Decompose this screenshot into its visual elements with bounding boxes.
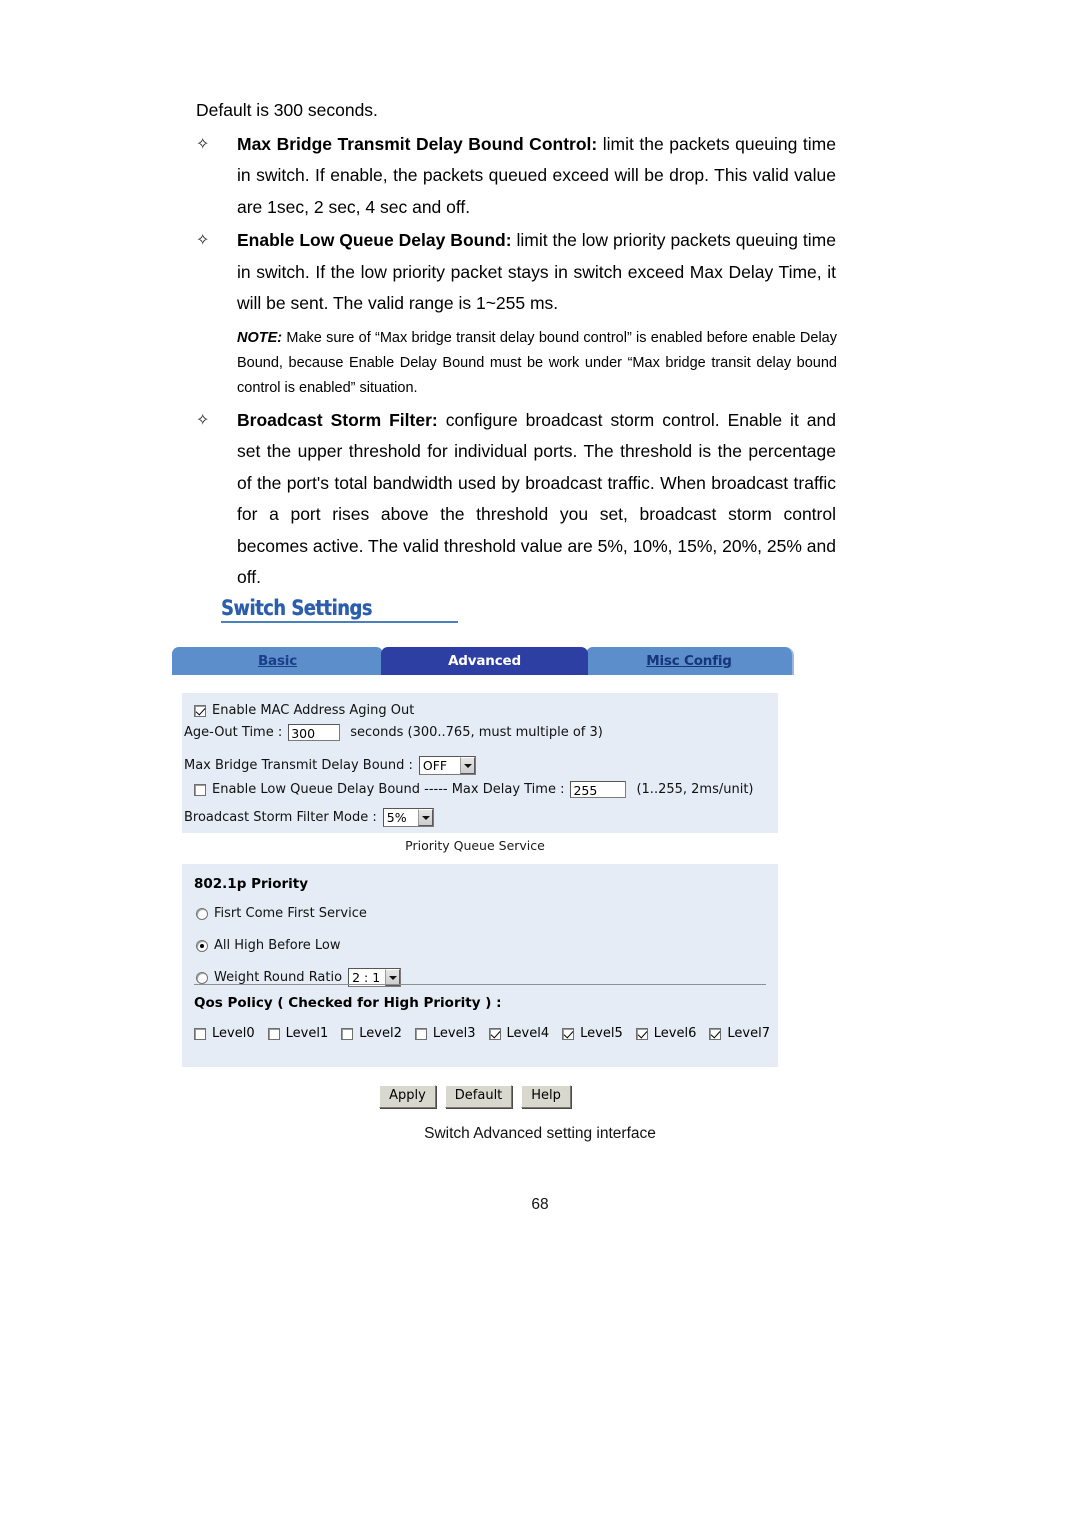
diamond-bullet-icon: ✧ (196, 232, 210, 249)
figure-caption: Switch Advanced setting interface (424, 1125, 656, 1142)
storm-filter-label: Broadcast Storm Filter Mode : (184, 810, 377, 825)
level-item: Level6 (635, 1026, 697, 1041)
broadcast-storm-filter-value: 5% (386, 810, 407, 825)
age-out-label: Age-Out Time : (184, 725, 283, 740)
bullet-max-bridge: ✧ Max Bridge Transmit Delay Bound Contro… (196, 129, 836, 224)
radio-row-all-high: All High Before Low (196, 938, 341, 953)
button-row: Apply Default Help (162, 1085, 788, 1108)
settings-panel: Enable MAC Address Aging Out Age-Out Tim… (182, 693, 778, 833)
bullet-text: Broadcast Storm Filter: configure broadc… (237, 405, 836, 594)
note-label: NOTE: (237, 329, 283, 346)
radio-weight-round-ratio[interactable] (196, 971, 208, 984)
level-label: Level0 (212, 1026, 255, 1041)
note-block: NOTE: Make sure of “Max bridge transit d… (237, 326, 837, 401)
mac-aging-row: Enable MAC Address Aging Out (194, 703, 414, 718)
level-label: Level6 (653, 1026, 697, 1041)
bullet-text: Max Bridge Transmit Delay Bound Control:… (237, 129, 836, 224)
max-bridge-delay-value: OFF (422, 758, 448, 773)
max-delay-hint: (1..255, 2ms/unit) (636, 782, 754, 797)
level-item: Level4 (488, 1026, 550, 1041)
radio-label: Weight Round Ratio (214, 970, 343, 985)
bullet-body: configure broadcast storm control. Enabl… (237, 409, 836, 588)
level-item: Level2 (341, 1026, 402, 1041)
checkbox-level4[interactable] (488, 1027, 501, 1040)
radio-all-high-before-low[interactable] (196, 939, 208, 952)
help-button[interactable]: Help (521, 1085, 571, 1108)
checkbox-level3[interactable] (414, 1027, 427, 1040)
note-body: Make sure of “Max bridge transit delay b… (237, 329, 837, 396)
low-queue-label: Enable Low Queue Delay Bound ----- Max D… (212, 782, 565, 797)
checkbox-level5[interactable] (562, 1027, 575, 1040)
divider (194, 984, 766, 985)
max-bridge-delay-select[interactable]: OFF (418, 756, 476, 775)
page-title: Switch Settings (221, 596, 372, 620)
checkbox-level0[interactable] (194, 1027, 206, 1040)
level-label: Level4 (506, 1026, 550, 1041)
level-label: Level2 (359, 1026, 402, 1041)
max-delay-time-input[interactable]: 255 (570, 781, 627, 798)
level-label: Level3 (432, 1026, 476, 1041)
bullet-low-queue: ✧ Enable Low Queue Delay Bound: limit th… (196, 225, 836, 320)
level-item: Level1 (267, 1026, 329, 1041)
document-body: Default is 300 seconds. ✧ Max Bridge Tra… (196, 95, 837, 594)
priority-queue-panel: 802.1p Priority Fisrt Come First Service… (182, 864, 778, 1067)
level-label: Level7 (727, 1026, 770, 1041)
bullet-broadcast-storm: ✧ Broadcast Storm Filter: configure broa… (196, 405, 836, 594)
max-bridge-label: Max Bridge Transmit Delay Bound : (184, 758, 413, 773)
tab-basic[interactable]: Basic (172, 647, 383, 675)
note-text: NOTE: Make sure of “Max bridge transit d… (237, 326, 837, 401)
level-item: Level7 (709, 1026, 770, 1041)
tab-misc-config[interactable]: Misc Config (586, 647, 794, 675)
checkbox-enable-mac-aging[interactable] (194, 704, 206, 717)
qos-policy-heading: Qos Policy ( Checked for High Priority )… (194, 995, 502, 1011)
802-1p-priority-heading: 802.1p Priority (194, 876, 309, 892)
diamond-bullet-icon: ✧ (196, 135, 210, 153)
chevron-down-icon[interactable] (417, 809, 433, 826)
qos-level-list: Level0 Level1 Level2 Level3 Level4 Level… (194, 1026, 770, 1041)
level-label: Level5 (580, 1026, 623, 1041)
age-out-hint: seconds (300..765, must multiple of 3) (350, 725, 603, 740)
page-number: 68 (531, 1196, 549, 1213)
bullet-title: Broadcast Storm Filter: (237, 409, 438, 430)
radio-label: Fisrt Come First Service (214, 906, 367, 921)
level-label: Level1 (285, 1026, 329, 1041)
checkbox-level1[interactable] (267, 1027, 280, 1040)
radio-row-first-come: Fisrt Come First Service (196, 906, 367, 921)
chevron-down-icon[interactable] (459, 757, 475, 774)
level-item: Level0 (194, 1026, 255, 1041)
diamond-bullet-icon: ✧ (196, 411, 210, 429)
radio-label: All High Before Low (214, 938, 341, 953)
tab-advanced[interactable]: Advanced (381, 647, 588, 675)
checkbox-level2[interactable] (341, 1027, 354, 1040)
age-out-time-input[interactable]: 300 (288, 724, 341, 741)
apply-button[interactable]: Apply (379, 1085, 436, 1108)
checkbox-level6[interactable] (635, 1027, 648, 1040)
low-queue-row: Enable Low Queue Delay Bound ----- Max D… (194, 781, 754, 798)
priority-queue-service-label: Priority Queue Service (405, 838, 545, 853)
age-out-row: Age-Out Time : 300 seconds (300..765, mu… (184, 724, 603, 741)
default-button[interactable]: Default (444, 1085, 513, 1108)
checkbox-enable-low-queue-delay-bound[interactable] (194, 783, 206, 796)
mac-aging-label: Enable MAC Address Aging Out (212, 703, 415, 718)
bullet-title: Enable Low Queue Delay Bound: (237, 230, 512, 250)
level-item: Level5 (562, 1026, 623, 1041)
tab-bar: Basic Advanced Misc Config (172, 647, 794, 675)
intro-line: Default is 300 seconds. (196, 100, 378, 120)
broadcast-storm-filter-select[interactable]: 5% (382, 808, 434, 827)
level-item: Level3 (414, 1026, 476, 1041)
bullet-text: Enable Low Queue Delay Bound: limit the … (237, 225, 836, 320)
storm-filter-row: Broadcast Storm Filter Mode : 5% (184, 808, 434, 827)
title-underline (221, 621, 458, 623)
radio-first-come-first-service[interactable] (196, 907, 208, 920)
checkbox-level7[interactable] (709, 1027, 722, 1040)
bullet-title: Max Bridge Transmit Delay Bound Control: (237, 133, 598, 154)
switch-settings-screenshot: Switch Settings Basic Advanced Misc Conf… (162, 583, 794, 1115)
max-bridge-row: Max Bridge Transmit Delay Bound : OFF (184, 756, 476, 775)
